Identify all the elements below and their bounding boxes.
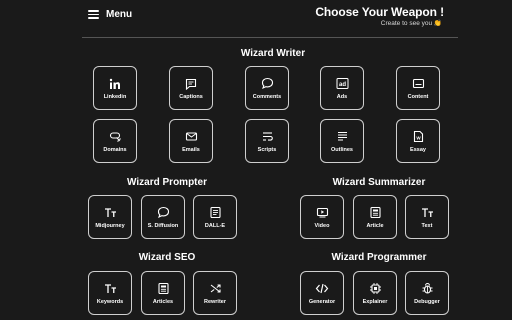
tile-video[interactable]: Video	[300, 195, 344, 239]
tile-label: S. Diffusion	[147, 222, 179, 229]
tile-label: Rewriter	[203, 298, 226, 305]
tile-label: Text	[421, 222, 433, 229]
section-title-writer: Wizard Writer	[240, 48, 306, 59]
code-icon	[315, 282, 329, 296]
bug-icon	[420, 282, 434, 296]
tile-label: Articles	[152, 298, 174, 305]
tile-generator[interactable]: Generator	[300, 271, 344, 315]
tile-label: Generator	[308, 298, 336, 305]
tile-label: Emails	[182, 146, 200, 153]
email-icon	[184, 130, 198, 144]
tile-label: Captions	[179, 93, 203, 100]
domain-link-icon	[108, 130, 122, 144]
article-icon	[368, 206, 382, 220]
tile-rewriter[interactable]: Rewriter	[193, 271, 237, 315]
article-icon	[156, 282, 170, 296]
tile-outlines[interactable]: Outlines	[320, 119, 364, 163]
video-icon	[315, 206, 329, 220]
section-title-summarizer: Wizard Summarizer	[332, 177, 426, 188]
caption-icon	[184, 77, 198, 91]
tile-linkedin[interactable]: Linkedin	[93, 66, 137, 110]
tile-domains[interactable]: Domains	[93, 119, 137, 163]
tile-ads[interactable]: ad Ads	[320, 66, 364, 110]
tile-label: Debugger	[414, 298, 440, 305]
tile-explainer[interactable]: Explainer	[353, 271, 397, 315]
chip-icon	[368, 282, 382, 296]
tile-label: Content	[407, 93, 429, 100]
tile-label: Ads	[336, 93, 348, 100]
tile-captions[interactable]: Captions	[169, 66, 213, 110]
text-size-icon	[103, 206, 117, 220]
tile-label: Linkedin	[103, 93, 127, 100]
shuffle-icon	[208, 282, 222, 296]
header-divider	[82, 37, 458, 38]
tile-label: Article	[366, 222, 384, 229]
hamburger-icon	[88, 10, 99, 19]
menu-label: Menu	[106, 9, 133, 20]
tile-essay[interactable]: W Essay	[396, 119, 440, 163]
tile-dall-e[interactable]: DALL-E	[193, 195, 237, 239]
tile-article[interactable]: Article	[353, 195, 397, 239]
svg-text:ad: ad	[338, 82, 345, 88]
comment-bubble-icon	[260, 77, 274, 91]
section-title-seo: Wizard SEO	[138, 252, 196, 263]
tile-label: Outlines	[330, 146, 353, 153]
document-icon	[208, 206, 222, 220]
text-size-icon	[420, 206, 434, 220]
tile-scripts[interactable]: Scripts	[245, 119, 289, 163]
tile-label: Domains	[103, 146, 127, 153]
tile-s-diffusion[interactable]: S. Diffusion	[141, 195, 185, 239]
tile-debugger[interactable]: Debugger	[405, 271, 449, 315]
content-icon	[411, 77, 425, 91]
tile-text[interactable]: Text	[405, 195, 449, 239]
section-title-programmer: Wizard Programmer	[331, 252, 427, 263]
tile-content[interactable]: Content	[396, 66, 440, 110]
tile-label: Scripts	[257, 146, 277, 153]
page-subtitle: Create to see you 👏	[380, 20, 442, 27]
tile-midjourney[interactable]: Midjourney	[88, 195, 132, 239]
essay-icon: W	[411, 130, 425, 144]
tile-keywords[interactable]: Keywords	[88, 271, 132, 315]
tile-articles[interactable]: Articles	[141, 271, 185, 315]
outline-icon	[335, 130, 349, 144]
page-title: Choose Your Weapon !	[315, 5, 444, 19]
script-icon	[260, 130, 274, 144]
tile-label: Video	[314, 222, 330, 229]
tile-label: Explainer	[362, 298, 388, 305]
tile-label: Comments	[252, 93, 282, 100]
menu-button[interactable]: Menu	[88, 9, 132, 20]
tile-label: DALL-E	[204, 222, 226, 229]
tile-emails[interactable]: Emails	[169, 119, 213, 163]
tile-label: Midjourney	[95, 222, 125, 229]
tile-comments[interactable]: Comments	[245, 66, 289, 110]
comment-bubble-icon	[156, 206, 170, 220]
ad-icon: ad	[335, 77, 349, 91]
svg-text:W: W	[416, 136, 421, 141]
tile-label: Keywords	[96, 298, 124, 305]
text-size-icon	[103, 282, 117, 296]
tile-label: Essay	[410, 146, 426, 153]
linkedin-icon	[108, 77, 122, 91]
section-title-prompter: Wizard Prompter	[127, 177, 207, 188]
